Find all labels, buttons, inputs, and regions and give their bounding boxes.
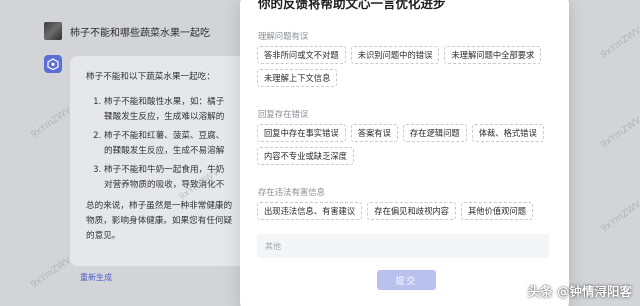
section-label-reply-error: 回复存在错误 bbox=[258, 109, 309, 119]
feedback-option[interactable]: 回复中存在事实错误 bbox=[257, 124, 346, 142]
chips-misunderstanding: 答非所问或文不对题 未识别问题中的错误 未理解问题中全部要求 未理解上下文信息 bbox=[257, 46, 557, 87]
regenerate-link[interactable]: 重新生成 bbox=[80, 272, 112, 283]
feedback-option[interactable]: 存在偏见和歧视内容 bbox=[367, 202, 456, 220]
section-label-harmful: 存在违法有害信息 bbox=[258, 187, 325, 197]
feedback-modal: 你的反馈将帮助文心一言优化进步 理解问题有误 答非所问或文不对题 未识别问题中的… bbox=[240, 0, 569, 306]
feedback-option[interactable]: 内容不专业或缺乏深度 bbox=[257, 147, 354, 165]
answer-list: 柿子不能和酸性水果，如：橘子 鞣酸发生反应，生成难以溶解的 柿子不能和红薯、菠菜… bbox=[86, 95, 256, 193]
watermark: 9xYmZWV bbox=[599, 199, 640, 235]
assistant-logo-icon bbox=[44, 55, 62, 73]
answer-item-line: 鞣酸发生反应，生成难以溶解的 bbox=[104, 112, 225, 122]
answer-item-line: 的鞣酸发生反应，生成不易溶解 bbox=[104, 146, 225, 156]
summary-line: 物质，影响身体健康。如果您有任何疑 bbox=[86, 216, 233, 226]
submit-button[interactable]: 提交 bbox=[377, 270, 436, 290]
chips-harmful: 出现违法信息、有害建议 存在偏见和歧视内容 其他价值观问题 bbox=[257, 202, 557, 220]
summary-line: 总的来说，柿子虽然是一种非常健康的 bbox=[86, 201, 233, 211]
watermark: 9xYmZWV bbox=[599, 25, 640, 61]
section-label-misunderstanding: 理解问题有误 bbox=[258, 31, 309, 41]
watermark: 9xYmZWV bbox=[599, 115, 640, 151]
feedback-option[interactable]: 答案有误 bbox=[350, 124, 398, 142]
summary-line: 的意见。 bbox=[86, 231, 121, 241]
feedback-option[interactable]: 体裁、格式错误 bbox=[471, 124, 544, 142]
user-avatar bbox=[44, 22, 62, 40]
answer-item-line: 柿子不能和酸性水果，如：橘子 bbox=[104, 97, 225, 107]
feedback-option[interactable]: 答非所问或文不对题 bbox=[257, 46, 346, 64]
answer-list-item: 柿子不能和酸性水果，如：橘子 鞣酸发生反应，生成难以溶解的 bbox=[104, 95, 256, 125]
answer-item-line: 柿子不能和红薯、菠菜、豆腐、 bbox=[104, 131, 225, 141]
modal-title: 你的反馈将帮助文心一言优化进步 bbox=[258, 0, 446, 11]
user-message-text: 柿子不能和哪些蔬菜水果一起吃 bbox=[70, 27, 210, 39]
answer-list-item: 柿子不能和牛奶一起食用，牛奶 对营养物质的吸收，导致消化不 bbox=[104, 163, 256, 193]
feedback-option[interactable]: 未理解问题中全部要求 bbox=[444, 46, 542, 64]
answer-summary: 总的来说，柿子虽然是一种非常健康的 物质，影响身体健康。如果您有任何疑 的意见。 bbox=[86, 199, 256, 244]
watermark: 9xYmZWV bbox=[29, 105, 74, 141]
feedback-option[interactable]: 出现违法信息、有害建议 bbox=[257, 202, 363, 220]
feedback-option[interactable]: 存在逻辑问题 bbox=[402, 124, 467, 142]
attribution-text: 头条 @钟情浔阳客 bbox=[527, 284, 632, 299]
other-feedback-input[interactable] bbox=[257, 234, 549, 258]
user-message-row: 柿子不能和哪些蔬菜水果一起吃 bbox=[44, 22, 210, 40]
answer-intro: 柿子不能和以下蔬菜水果一起吃： bbox=[86, 72, 215, 82]
feedback-option[interactable]: 未理解上下文信息 bbox=[257, 69, 338, 87]
feedback-option[interactable]: 未识别问题中的错误 bbox=[350, 46, 440, 64]
feedback-option[interactable]: 其他价值观问题 bbox=[460, 202, 534, 220]
answer-list-item: 柿子不能和红薯、菠菜、豆腐、 的鞣酸发生反应，生成不易溶解 bbox=[104, 129, 256, 159]
watermark: 9xYmZWV bbox=[29, 255, 74, 291]
chips-reply-error: 回复中存在事实错误 答案有误 存在逻辑问题 体裁、格式错误 内容不专业或缺乏深度 bbox=[257, 124, 557, 165]
